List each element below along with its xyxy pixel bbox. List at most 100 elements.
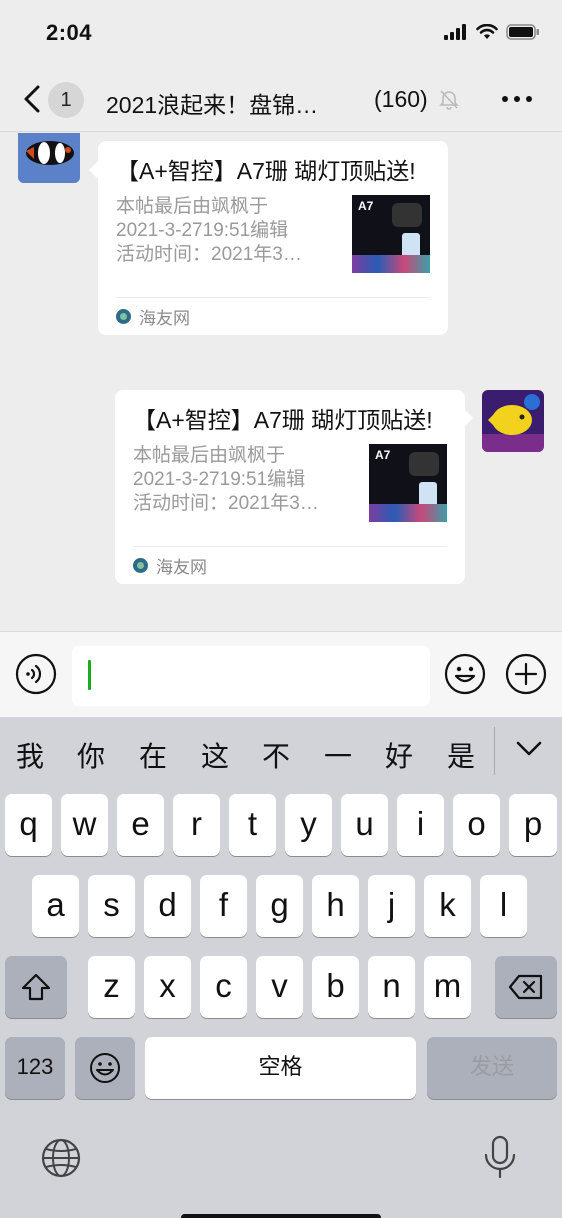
card-desc-line: 2021-3-2719:51编辑 xyxy=(133,469,306,490)
key-f[interactable]: f xyxy=(200,875,247,937)
card-description: 本帖最后由飒枫于 2021-3-2719:51编辑 活动时间：2021年3… xyxy=(133,444,365,522)
card-body: 本帖最后由飒枫于 2021-3-2719:51编辑 活动时间：2021年3… A… xyxy=(133,444,447,522)
card-desc-line: 2021-3-2719:51编辑 xyxy=(116,220,289,241)
card-thumbnail: A7 xyxy=(369,444,447,522)
key-z[interactable]: z xyxy=(88,956,135,1018)
candidate-word[interactable]: 好 xyxy=(379,735,419,775)
source-logo-icon xyxy=(116,309,131,324)
back-chevron-icon[interactable] xyxy=(18,84,48,114)
cellular-signal-icon xyxy=(444,24,466,40)
dot-icon xyxy=(514,96,520,102)
key-v[interactable]: v xyxy=(256,956,303,1018)
key-c[interactable]: c xyxy=(200,956,247,1018)
key-l[interactable]: l xyxy=(480,875,527,937)
key-o[interactable]: o xyxy=(453,794,500,856)
unread-count-badge[interactable]: 1 xyxy=(48,82,84,118)
key-n[interactable]: n xyxy=(368,956,415,1018)
bubble-tail xyxy=(89,161,98,179)
card-title: 【A+智控】A7珊 瑚灯顶贴送! xyxy=(133,407,433,433)
yellow-fish-avatar-icon xyxy=(482,390,544,452)
avatar[interactable] xyxy=(18,133,80,183)
card-body: 本帖最后由飒枫于 2021-3-2719:51编辑 活动时间：2021年3… A… xyxy=(116,195,430,273)
card-description: 本帖最后由飒枫于 2021-3-2719:51编辑 活动时间：2021年3… xyxy=(116,195,348,273)
status-time: 2:04 xyxy=(46,20,93,45)
key-r[interactable]: r xyxy=(173,794,220,856)
card-title: 【A+智控】A7珊 瑚灯顶贴送! xyxy=(116,158,416,184)
candidate-word[interactable]: 一 xyxy=(318,735,358,775)
clownfish-avatar-icon xyxy=(18,133,80,183)
message-input-bar xyxy=(0,631,562,717)
status-bar: 2:04 xyxy=(0,0,562,70)
card-thumbnail: A7 xyxy=(352,195,430,273)
plus-icon[interactable] xyxy=(505,653,547,695)
status-icons xyxy=(444,24,540,40)
candidate-bar: 我 你 在 这 不 一 好 是 xyxy=(0,717,562,787)
card-source: 海友网 xyxy=(116,297,430,335)
key-i[interactable]: i xyxy=(397,794,444,856)
key-m[interactable]: m xyxy=(424,956,471,1018)
card-desc-line: 本帖最后由飒枫于 xyxy=(133,445,286,466)
message-input[interactable] xyxy=(72,646,430,706)
key-x[interactable]: x xyxy=(144,956,191,1018)
key-q[interactable]: q xyxy=(5,794,52,856)
thumbnail-label: A7 xyxy=(375,448,391,462)
key-b[interactable]: b xyxy=(312,956,359,1018)
delete-key[interactable] xyxy=(495,956,557,1018)
bubble-tail xyxy=(464,409,473,427)
space-key[interactable]: 空格 xyxy=(145,1037,416,1099)
backspace-icon xyxy=(508,974,543,1000)
card-desc-line: 本帖最后由飒枫于 xyxy=(116,196,269,217)
shift-key[interactable] xyxy=(5,956,67,1018)
emoji-icon[interactable] xyxy=(444,653,486,695)
candidate-word[interactable]: 我 xyxy=(10,735,50,775)
emoji-key[interactable] xyxy=(75,1037,135,1099)
key-s[interactable]: s xyxy=(88,875,135,937)
globe-icon[interactable] xyxy=(40,1137,82,1179)
candidate-word[interactable]: 是 xyxy=(441,735,481,775)
chat-title: 2021浪起来！盘锦… xyxy=(106,92,319,118)
key-j[interactable]: j xyxy=(368,875,415,937)
key-k[interactable]: k xyxy=(424,875,471,937)
voice-input-icon[interactable] xyxy=(15,653,57,695)
candidate-word[interactable]: 不 xyxy=(256,735,296,775)
key-a[interactable]: a xyxy=(32,875,79,937)
key-p[interactable]: p xyxy=(509,794,557,856)
card-desc-line: 活动时间：2021年3… xyxy=(133,493,319,514)
key-y[interactable]: y xyxy=(285,794,332,856)
key-g[interactable]: g xyxy=(256,875,303,937)
key-e[interactable]: e xyxy=(117,794,164,856)
card-source-label: 海友网 xyxy=(139,309,190,328)
key-h[interactable]: h xyxy=(312,875,359,937)
wifi-icon xyxy=(476,24,498,39)
link-card[interactable]: 【A+智控】A7珊 瑚灯顶贴送! 本帖最后由飒枫于 2021-3-2719:51… xyxy=(115,390,465,584)
mute-bell-icon xyxy=(439,90,459,110)
link-card[interactable]: 【A+智控】A7珊 瑚灯顶贴送! 本帖最后由飒枫于 2021-3-2719:51… xyxy=(98,141,448,335)
dot-icon xyxy=(502,96,508,102)
chat-message-list[interactable]: · · · 【A+智控】A7珊 瑚灯顶贴送! 本帖最后由飒枫于 2021-3-2… xyxy=(0,133,562,630)
key-w[interactable]: w xyxy=(61,794,108,856)
member-count: (160) xyxy=(374,86,428,112)
microphone-icon[interactable] xyxy=(482,1135,518,1179)
key-u[interactable]: u xyxy=(341,794,388,856)
keyboard: 我 你 在 这 不 一 好 是 q w e r t y u i o p a s … xyxy=(0,717,562,1218)
sender-name-cut: · · · xyxy=(122,133,148,139)
key-d[interactable]: d xyxy=(144,875,191,937)
numbers-key[interactable]: 123 xyxy=(5,1037,65,1099)
shift-arrow-icon xyxy=(21,973,51,1001)
card-desc-line: 活动时间：2021年3… xyxy=(116,244,302,265)
candidate-word[interactable]: 这 xyxy=(195,735,235,775)
expand-candidates-chevron-icon[interactable] xyxy=(514,737,544,761)
key-t[interactable]: t xyxy=(229,794,276,856)
dot-icon xyxy=(526,96,532,102)
candidate-word[interactable]: 在 xyxy=(133,735,173,775)
emoji-keyboard-icon xyxy=(90,1053,120,1083)
avatar[interactable] xyxy=(482,390,544,452)
battery-icon xyxy=(506,24,539,40)
send-key[interactable]: 发送 xyxy=(427,1037,557,1099)
chat-nav-bar: 1 2021浪起来！盘锦… (160) xyxy=(0,70,562,132)
candidate-divider xyxy=(494,727,495,775)
candidate-word[interactable]: 你 xyxy=(71,735,111,775)
home-indicator[interactable] xyxy=(181,1214,381,1218)
more-options-button[interactable] xyxy=(502,96,532,102)
source-logo-icon xyxy=(133,558,148,573)
